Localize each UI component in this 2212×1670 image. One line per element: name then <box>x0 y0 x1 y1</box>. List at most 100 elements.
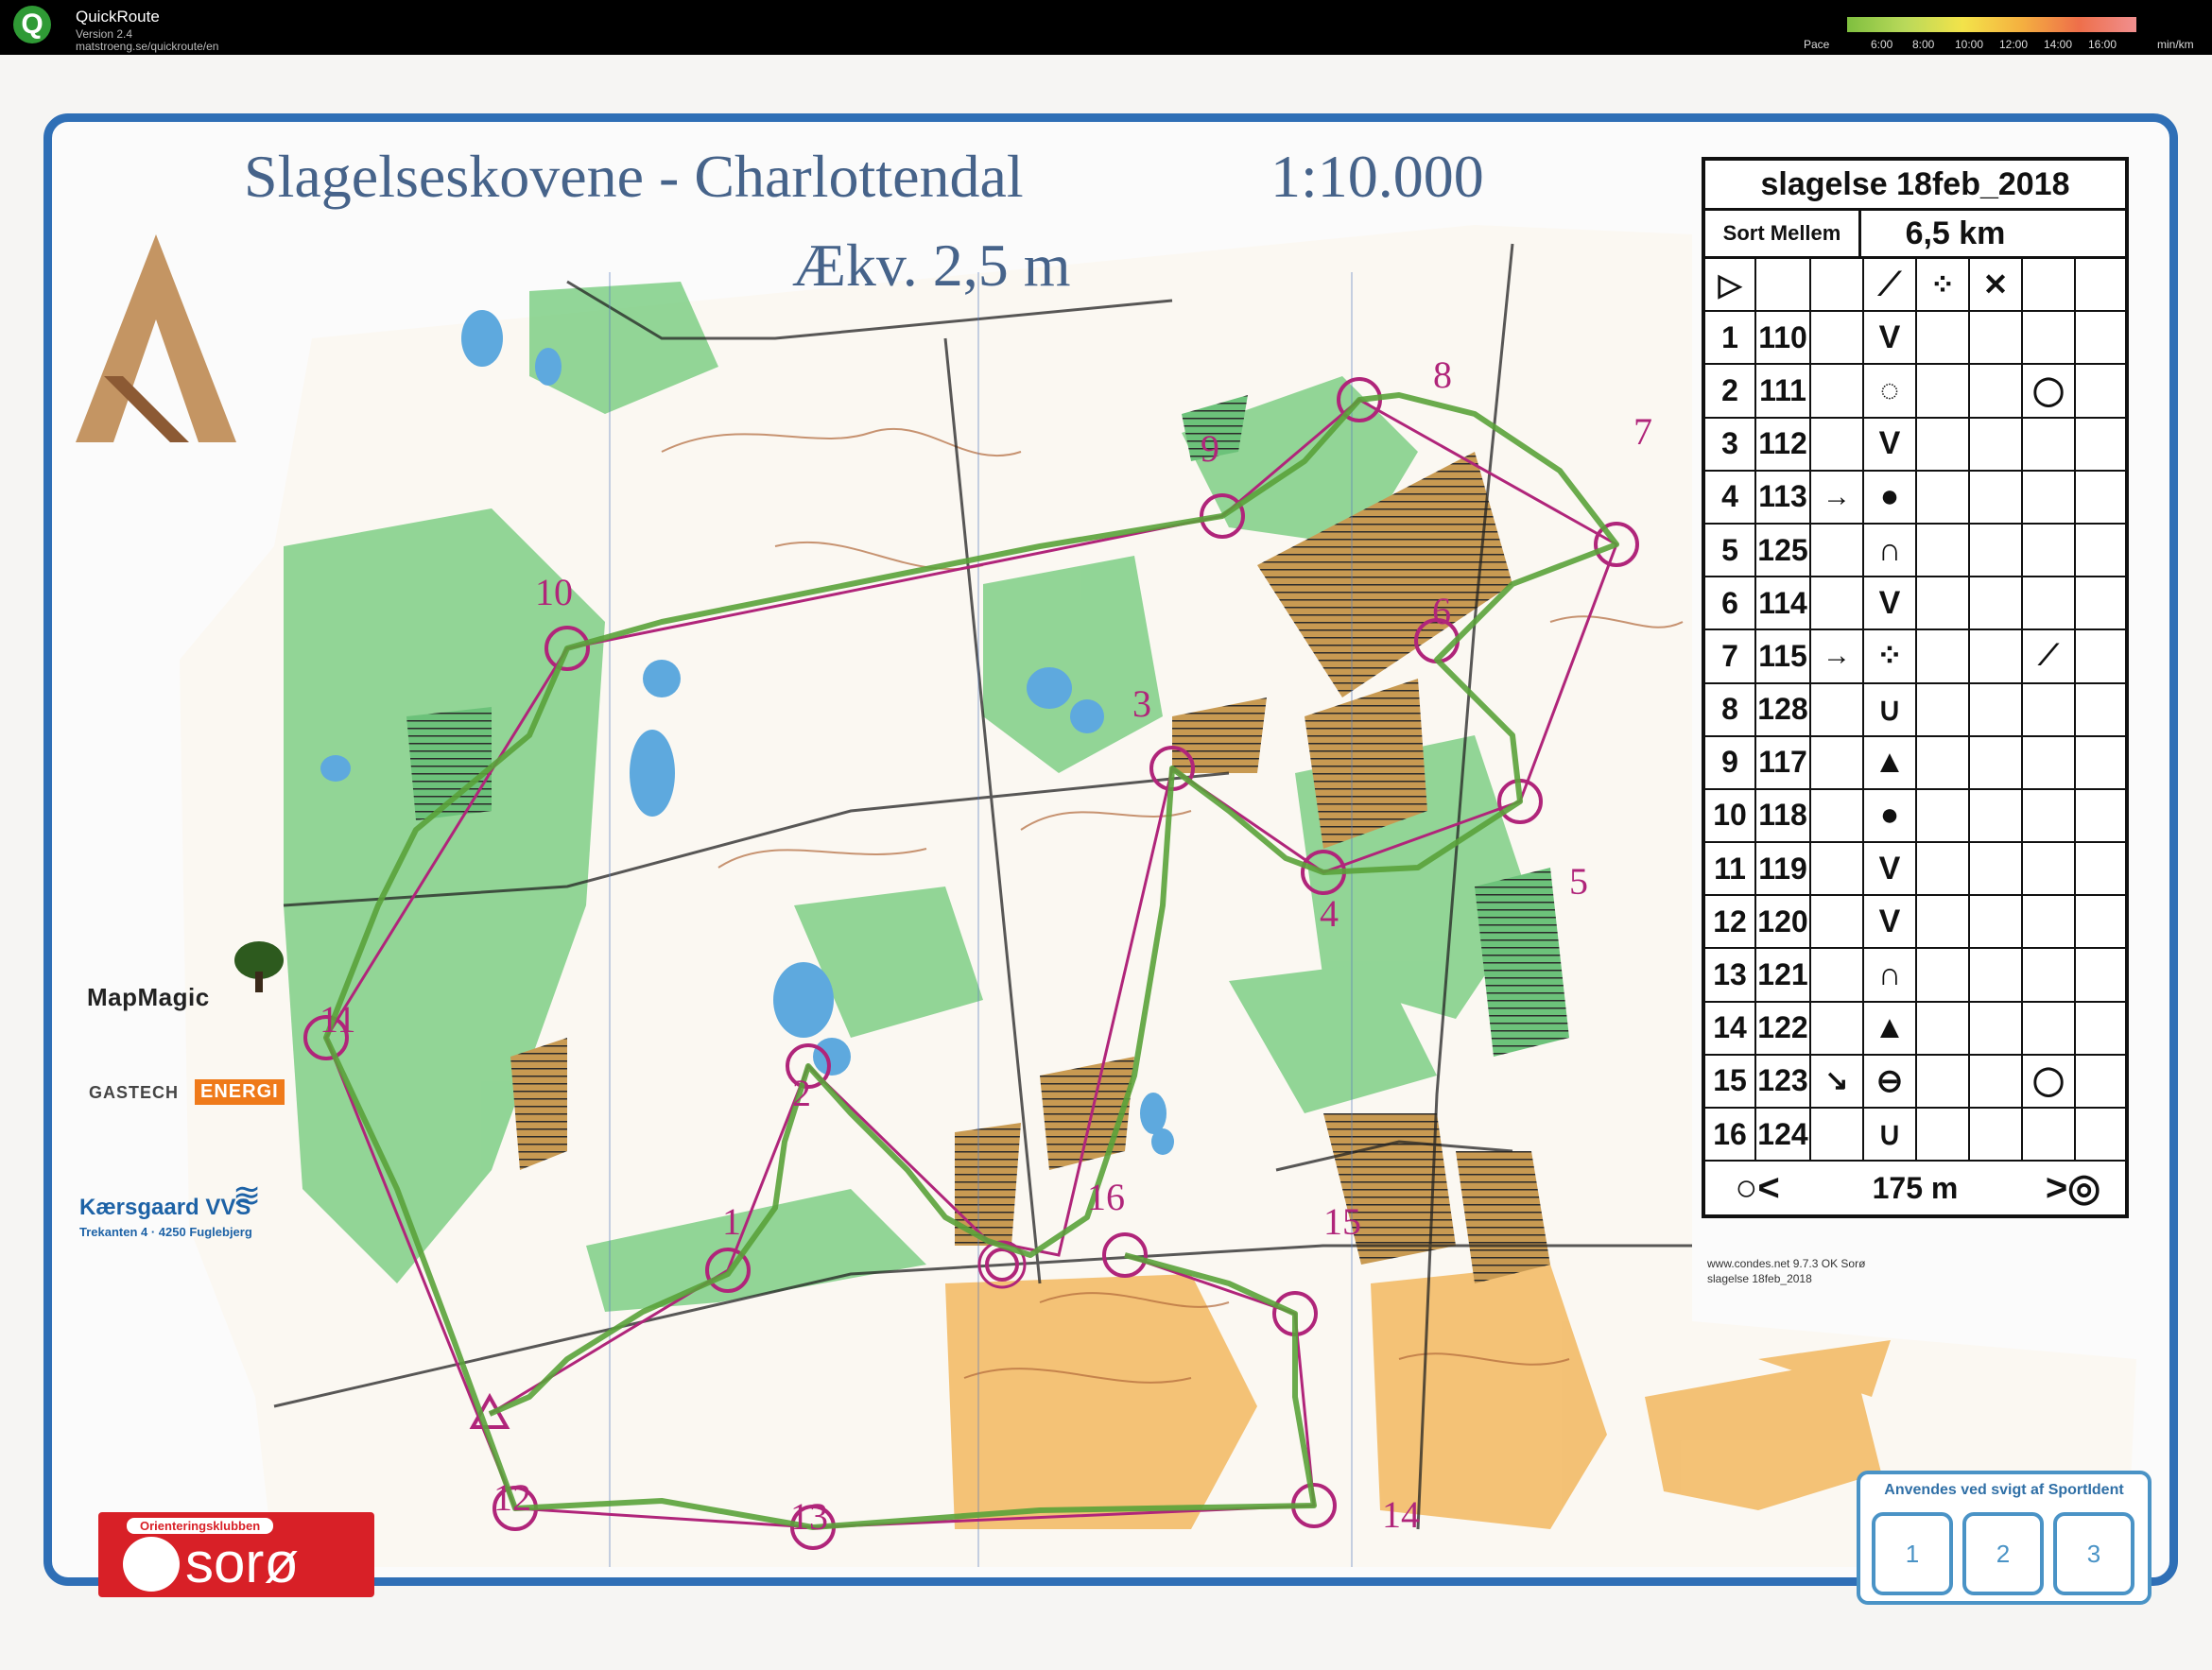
control-number: 8 <box>1433 353 1452 396</box>
card-row-misc <box>2023 789 2076 842</box>
card-row-direction <box>1811 418 1864 470</box>
card-row-blank <box>1917 365 1970 417</box>
card-row-blank <box>1970 736 2023 788</box>
control-number: 2 <box>792 1072 811 1114</box>
card-row-code: 117 <box>1756 736 1811 788</box>
finish-funnel-icon: ○< <box>1735 1166 1780 1209</box>
card-row-symbol: ◌ <box>1864 365 1917 417</box>
app-toolbar: Q QuickRoute Version 2.4 matstroeng.se/q… <box>0 0 2212 55</box>
card-row-blank <box>2076 312 2125 363</box>
card-row-blank <box>2076 472 2125 523</box>
card-header-row: ▷ ⟋ ⁘ ✕ <box>1705 259 2125 313</box>
card-row-direction <box>1811 524 1864 577</box>
card-row-blank <box>1917 630 1970 682</box>
card-row-blank <box>2076 419 2125 470</box>
card-row: 4 113 → ● <box>1705 471 2125 525</box>
card-row: 13 121 ∩ <box>1705 949 2125 1003</box>
card-row-direction <box>1811 365 1864 417</box>
map-paper[interactable]: 1 2 3 4 5 6 7 8 9 10 11 12 13 14 15 16 S… <box>0 55 2212 1670</box>
card-title: slagelse 18feb_2018 <box>1705 161 2125 211</box>
card-row-symbol: V <box>1864 418 1917 470</box>
stony-icon: ⁘ <box>1917 259 1970 311</box>
card-row-symbol: ∪ <box>1864 1109 1917 1161</box>
card-class: Sort Mellem <box>1705 211 1861 256</box>
control-description-card: slagelse 18feb_2018 Sort Mellem 6,5 km ▷… <box>1702 157 2129 1219</box>
card-row: 7 115 → ⁘ ⟋ <box>1705 630 2125 684</box>
card-row-direction <box>1811 896 1864 948</box>
card-row-code: 128 <box>1756 683 1811 735</box>
mapmagic-logo: MapMagic <box>87 983 210 1011</box>
card-row-blank <box>1917 736 1970 788</box>
card-row-misc <box>2023 1002 2076 1054</box>
card-row-misc <box>2023 896 2076 948</box>
map-title: Slagelseskovene - Charlottendal <box>244 143 1024 210</box>
control-number: 4 <box>1320 892 1339 935</box>
card-row: 14 122 ▲ <box>1705 1002 2125 1056</box>
card-row-blank <box>1970 312 2023 364</box>
card-row-code: 114 <box>1756 577 1811 629</box>
backup-label: Anvendes ved svigt af SportIdent <box>1884 1482 2124 1498</box>
app-url[interactable]: matstroeng.se/quickroute/en <box>76 40 218 53</box>
card-row-blank <box>1970 949 2023 1001</box>
card-row-misc <box>2023 577 2076 629</box>
card-row-symbol: V <box>1864 312 1917 364</box>
card-row-blank <box>2076 684 2125 735</box>
card-row-blank <box>1917 843 1970 895</box>
map-equidistance: Ækv. 2,5 m <box>792 232 1071 299</box>
app-version: Version 2.4 <box>76 27 133 41</box>
card-row-code: 115 <box>1756 630 1811 682</box>
card-row-direction <box>1811 683 1864 735</box>
card-row: 1 110 V <box>1705 312 2125 366</box>
card-row-misc <box>2023 1109 2076 1161</box>
kaersgaard-address: Trekanten 4 · 4250 Fuglebjerg <box>79 1225 252 1239</box>
card-row-blank <box>2076 1003 2125 1054</box>
card-row: 5 125 ∩ <box>1705 524 2125 578</box>
card-row-blank <box>1970 896 2023 948</box>
card-row-blank <box>1970 365 2023 417</box>
card-row-blank <box>1970 1002 2023 1054</box>
card-row-number: 12 <box>1705 896 1756 948</box>
card-row-symbol: ● <box>1864 789 1917 842</box>
control-number: 15 <box>1323 1200 1361 1243</box>
backup-box: 3 <box>2053 1512 2134 1595</box>
card-row-blank <box>2076 630 2125 681</box>
pace-tick: 8:00 <box>1912 38 1935 51</box>
card-row-misc <box>2023 843 2076 895</box>
card-row-blank <box>1917 312 1970 364</box>
card-row-direction <box>1811 736 1864 788</box>
card-row-number: 2 <box>1705 365 1756 417</box>
card-row-number: 1 <box>1705 312 1756 364</box>
card-row: 3 112 V <box>1705 418 2125 472</box>
card-row-blank <box>1917 949 1970 1001</box>
card-row-number: 8 <box>1705 683 1756 735</box>
card-row-direction <box>1811 1109 1864 1161</box>
card-row-number: 4 <box>1705 471 1756 523</box>
card-row-blank <box>2076 843 2125 894</box>
card-row-direction <box>1811 577 1864 629</box>
gastech-energi-logo: ENERGI <box>195 1079 285 1105</box>
card-row-direction: → <box>1811 630 1864 682</box>
app-title: QuickRoute <box>76 8 160 26</box>
card-row-misc <box>2023 471 2076 523</box>
card-row-code: 110 <box>1756 312 1811 364</box>
card-row-blank <box>1917 471 1970 523</box>
card-row-blank <box>1970 1109 2023 1161</box>
card-row: 9 117 ▲ <box>1705 736 2125 790</box>
card-row-number: 9 <box>1705 736 1756 788</box>
card-row-blank <box>1917 683 1970 735</box>
card-row-code: 121 <box>1756 949 1811 1001</box>
card-row-direction <box>1811 312 1864 364</box>
club-logo: Orienteringsklubben sorø <box>98 1512 374 1597</box>
condes-course: slagelse 18feb_2018 <box>1707 1272 1812 1285</box>
card-row-number: 14 <box>1705 1002 1756 1054</box>
control-number: 5 <box>1569 860 1588 903</box>
card-row-blank <box>2076 525 2125 576</box>
backup-punch-panel: Anvendes ved svigt af SportIdent 1 2 3 <box>1857 1471 2152 1605</box>
card-row-direction: → <box>1811 471 1864 523</box>
card-row-blank <box>2076 896 2125 947</box>
card-row-direction <box>1811 949 1864 1001</box>
control-number: 13 <box>790 1495 828 1538</box>
card-row-code: 123 <box>1756 1055 1811 1107</box>
card-row-code: 120 <box>1756 896 1811 948</box>
control-number: 12 <box>493 1476 531 1519</box>
